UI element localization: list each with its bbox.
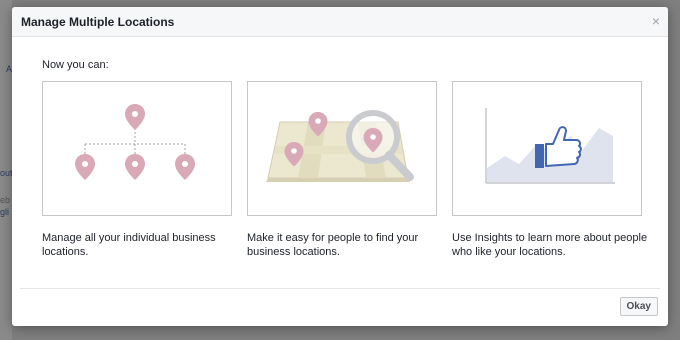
map-search-icon [266,110,414,182]
okay-button[interactable]: Okay [619,297,658,316]
feature-caption-insights: Use Insights to learn more about people … [452,232,648,258]
feature-caption-find: Make it easy for people to find your bus… [247,232,419,258]
background-text: out [0,168,13,178]
dialog-title: Manage Multiple Locations [21,15,175,29]
dialog-footer-divider [20,288,660,289]
close-icon[interactable]: × [652,13,660,29]
insights-like-chart-icon [485,108,615,184]
intro-text: Now you can: [42,59,109,71]
feature-card-manage [42,81,232,216]
dialog-header: Manage Multiple Locations × [12,7,668,37]
feature-caption-manage: Manage all your individual business loca… [42,232,216,258]
background-text: gli [0,207,10,217]
background-text: eb [0,195,11,205]
feature-card-insights [452,81,642,216]
feature-card-find [247,81,437,216]
location-hierarchy-icon [75,104,195,180]
manage-locations-dialog: Manage Multiple Locations × Now you can: [12,7,668,326]
